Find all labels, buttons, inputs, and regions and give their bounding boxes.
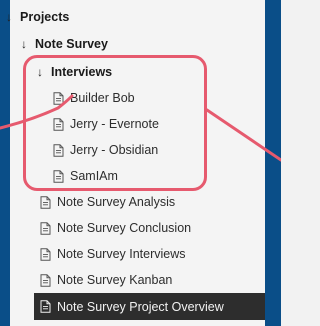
document-icon (53, 91, 64, 105)
tree-item-label: Projects (20, 10, 70, 24)
document-icon (53, 143, 64, 157)
file-item-note-survey-project-overview[interactable]: Note Survey Project Overview (34, 293, 265, 320)
chevron-down-icon[interactable]: ↓ (21, 37, 31, 51)
document-icon (40, 247, 51, 261)
file-item-label: SamIAm (70, 169, 118, 183)
tree-item-interviews[interactable]: ↓ Interviews (37, 59, 112, 85)
file-item-jerry-evernote[interactable]: Jerry - Evernote (53, 111, 159, 137)
document-icon (40, 273, 51, 287)
file-item-note-survey-interviews[interactable]: Note Survey Interviews (40, 241, 186, 267)
document-icon (40, 300, 51, 313)
document-icon (40, 195, 51, 209)
file-item-label: Builder Bob (70, 91, 135, 105)
file-item-label: Note Survey Project Overview (57, 299, 224, 314)
file-item-label: Note Survey Conclusion (57, 221, 192, 235)
chevron-down-icon[interactable]: ↓ (37, 65, 47, 79)
file-item-label: Note Survey Analysis (57, 195, 176, 209)
file-item-note-survey-kanban[interactable]: Note Survey Kanban (40, 267, 172, 293)
file-item-samiam[interactable]: SamIAm (53, 163, 118, 189)
file-item-note-survey-analysis[interactable]: Note Survey Analysis (40, 189, 175, 215)
chevron-down-icon[interactable]: ↓ (6, 10, 16, 24)
file-item-note-survey-conclusion[interactable]: Note Survey Conclusion (40, 215, 191, 241)
file-item-label: Jerry - Evernote (70, 117, 159, 131)
file-item-builder-bob[interactable]: Builder Bob (53, 85, 135, 111)
tree-item-projects[interactable]: ↓ Projects (6, 4, 69, 30)
tree-item-label: Interviews (51, 65, 113, 79)
window-frame-right-edge (265, 0, 281, 326)
file-item-jerry-obsidian[interactable]: Jerry - Obsidian (53, 137, 158, 163)
file-item-label: Jerry - Obsidian (70, 143, 159, 157)
tree-item-label: Note Survey (35, 37, 108, 51)
document-icon (53, 117, 64, 131)
file-item-label: Note Survey Interviews (57, 247, 186, 261)
document-icon (53, 169, 64, 183)
document-icon (40, 221, 51, 235)
tree-item-note-survey[interactable]: ↓ Note Survey (21, 31, 108, 57)
file-item-label: Note Survey Kanban (57, 273, 173, 287)
